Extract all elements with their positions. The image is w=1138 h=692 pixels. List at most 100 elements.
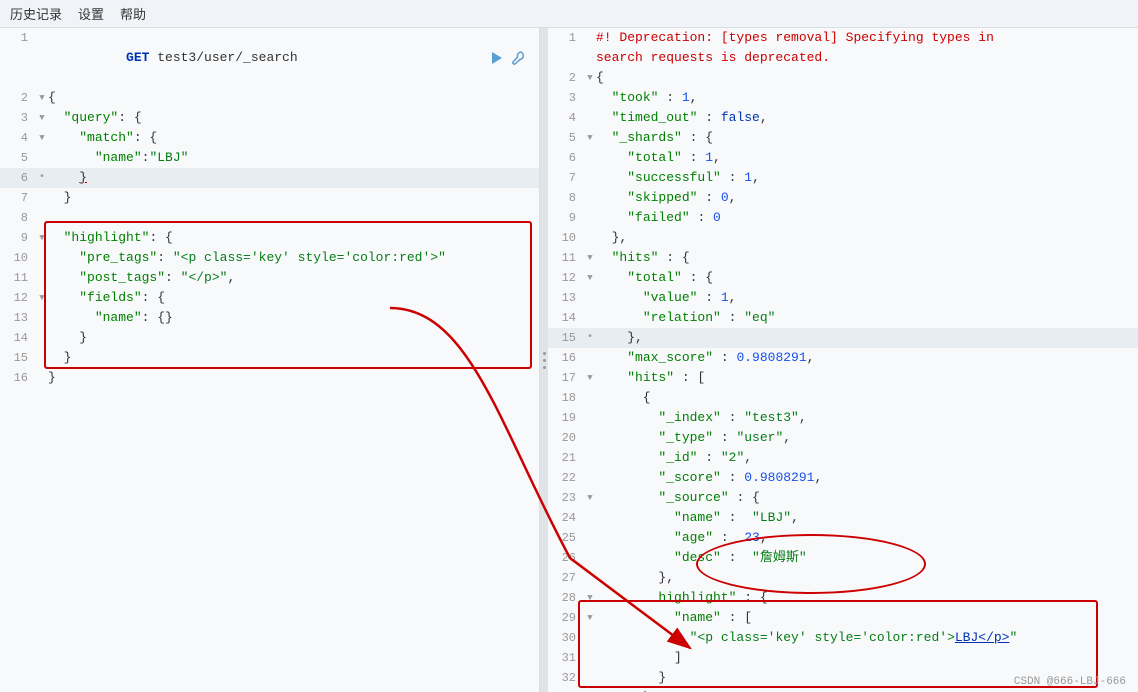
left-code-area[interactable]: 1 GET test3/user/_search: [0, 28, 539, 692]
menu-help[interactable]: 帮助: [120, 4, 146, 23]
code-line-right-25: 25 "age" : 23,: [548, 528, 1138, 548]
line-icons: [489, 28, 535, 88]
code-line-right-8: 8 "skipped" : 0,: [548, 188, 1138, 208]
line-num: 13: [552, 288, 584, 308]
line-num: 13: [4, 308, 36, 328]
line-num: 21: [552, 448, 584, 468]
line-num: 1: [4, 28, 36, 88]
line-dot: ▼: [584, 248, 596, 268]
code-line-left-12: 12 ▼ "fields": {: [0, 288, 539, 308]
line-dot: ▼: [584, 68, 596, 88]
run-icon[interactable]: [489, 50, 505, 66]
code-line-right-14: 14 "relation" : "eq": [548, 308, 1138, 328]
line-num: 18: [552, 388, 584, 408]
line-content: "value" : 1,: [596, 288, 1134, 308]
code-line-right-11: 11 ▼ "hits" : {: [548, 248, 1138, 268]
line-num: 23: [552, 488, 584, 508]
line-num: 9: [4, 228, 36, 248]
line-dot: [584, 528, 596, 548]
menu-history[interactable]: 历史记录: [10, 4, 62, 23]
line-dot: [584, 348, 596, 368]
code-line-right-21: 21 "_id" : "2",: [548, 448, 1138, 468]
line-content: }: [48, 168, 535, 188]
line-dot: [584, 428, 596, 448]
line-content: }: [48, 328, 535, 348]
line-content: {: [596, 68, 1134, 88]
line-num: 32: [552, 668, 584, 688]
line-dot: [36, 308, 48, 328]
line-dot: [584, 108, 596, 128]
line-content: "hits" : {: [596, 248, 1134, 268]
line-dot: •: [36, 168, 48, 188]
code-line-right-18: 18 {: [548, 388, 1138, 408]
line-dot: [584, 288, 596, 308]
line-dot: ▼: [36, 88, 48, 108]
line-content: "relation" : "eq": [596, 308, 1134, 328]
code-line-right-6: 6 "total" : 1,: [548, 148, 1138, 168]
line-content: "match": {: [48, 128, 535, 148]
divider-dot-3: [543, 366, 546, 369]
line-content: "fields": {: [48, 288, 535, 308]
code-line-right-7: 7 "successful" : 1,: [548, 168, 1138, 188]
line-dot: ▼: [584, 368, 596, 388]
line-dot: ▼: [584, 488, 596, 508]
line-content: "name" : [: [596, 608, 1134, 628]
code-line-right-22: 22 "_score" : 0.9808291,: [548, 468, 1138, 488]
line-dot: [584, 308, 596, 328]
line-num: 20: [552, 428, 584, 448]
code-line-left-10: 10 "pre_tags": "<p class='key' style='co…: [0, 248, 539, 268]
line-num: 1: [552, 28, 584, 48]
line-dot: ▼: [584, 588, 596, 608]
code-line-left-11: 11 "post_tags": "</p>",: [0, 268, 539, 288]
line-content: },: [596, 568, 1134, 588]
line-dot: ▼: [36, 108, 48, 128]
line-num: 3: [552, 88, 584, 108]
line-dot: [584, 228, 596, 248]
line-dot: [584, 548, 596, 568]
line-content: "name": {}: [48, 308, 535, 328]
line-content: "took" : 1,: [596, 88, 1134, 108]
line-content: "post_tags": "</p>",: [48, 268, 535, 288]
code-line-left-13: 13 "name": {}: [0, 308, 539, 328]
line-content: #! Deprecation: [types removal] Specifyi…: [596, 28, 1134, 48]
line-dot: [584, 28, 596, 48]
line-content: "_shards" : {: [596, 128, 1134, 148]
line-num: 12: [4, 288, 36, 308]
line-dot: [36, 28, 48, 88]
panel-divider[interactable]: [540, 28, 548, 692]
menu-settings[interactable]: 设置: [78, 4, 104, 23]
line-content: "age" : 23,: [596, 528, 1134, 548]
line-content: }: [48, 348, 535, 368]
line-dot: [584, 148, 596, 168]
tools-icon[interactable]: [511, 50, 527, 66]
code-line-left-1: 1 GET test3/user/_search: [0, 28, 539, 88]
line-dot: ▼: [36, 228, 48, 248]
code-line-right-20: 20 "_type" : "user",: [548, 428, 1138, 448]
line-num: 5: [4, 148, 36, 168]
line-content: "skipped" : 0,: [596, 188, 1134, 208]
code-line-left-5: 5 "name":"LBJ": [0, 148, 539, 168]
line-num: 22: [552, 468, 584, 488]
line-num: 4: [552, 108, 584, 128]
code-line-left-9: 9 ▼ "highlight": {: [0, 228, 539, 248]
watermark: CSDN @666-LBJ-666: [1014, 676, 1126, 688]
code-line-right-16: 16 "max_score" : 0.9808291,: [548, 348, 1138, 368]
code-line-right-27: 27 },: [548, 568, 1138, 588]
line-content: "name" : "LBJ",: [596, 508, 1134, 528]
right-code-area[interactable]: 1 #! Deprecation: [types removal] Specif…: [548, 28, 1138, 692]
line-num: 2: [552, 68, 584, 88]
line-content: "pre_tags": "<p class='key' style='color…: [48, 248, 535, 268]
code-line-right-1b: search requests is deprecated.: [548, 48, 1138, 68]
divider-dot-1: [543, 352, 546, 355]
line-content: }: [596, 688, 1134, 692]
line-dot: [584, 688, 596, 692]
line-num: 4: [4, 128, 36, 148]
code-line-right-3: 3 "took" : 1,: [548, 88, 1138, 108]
line-content: {: [48, 88, 535, 108]
code-line-left-14: 14 }: [0, 328, 539, 348]
code-line-right-2: 2 ▼ {: [548, 68, 1138, 88]
code-line-left-8: 8: [0, 208, 539, 228]
line-num: 33: [552, 688, 584, 692]
code-line-right-33: 33 }: [548, 688, 1138, 692]
code-line-right-5: 5 ▼ "_shards" : {: [548, 128, 1138, 148]
